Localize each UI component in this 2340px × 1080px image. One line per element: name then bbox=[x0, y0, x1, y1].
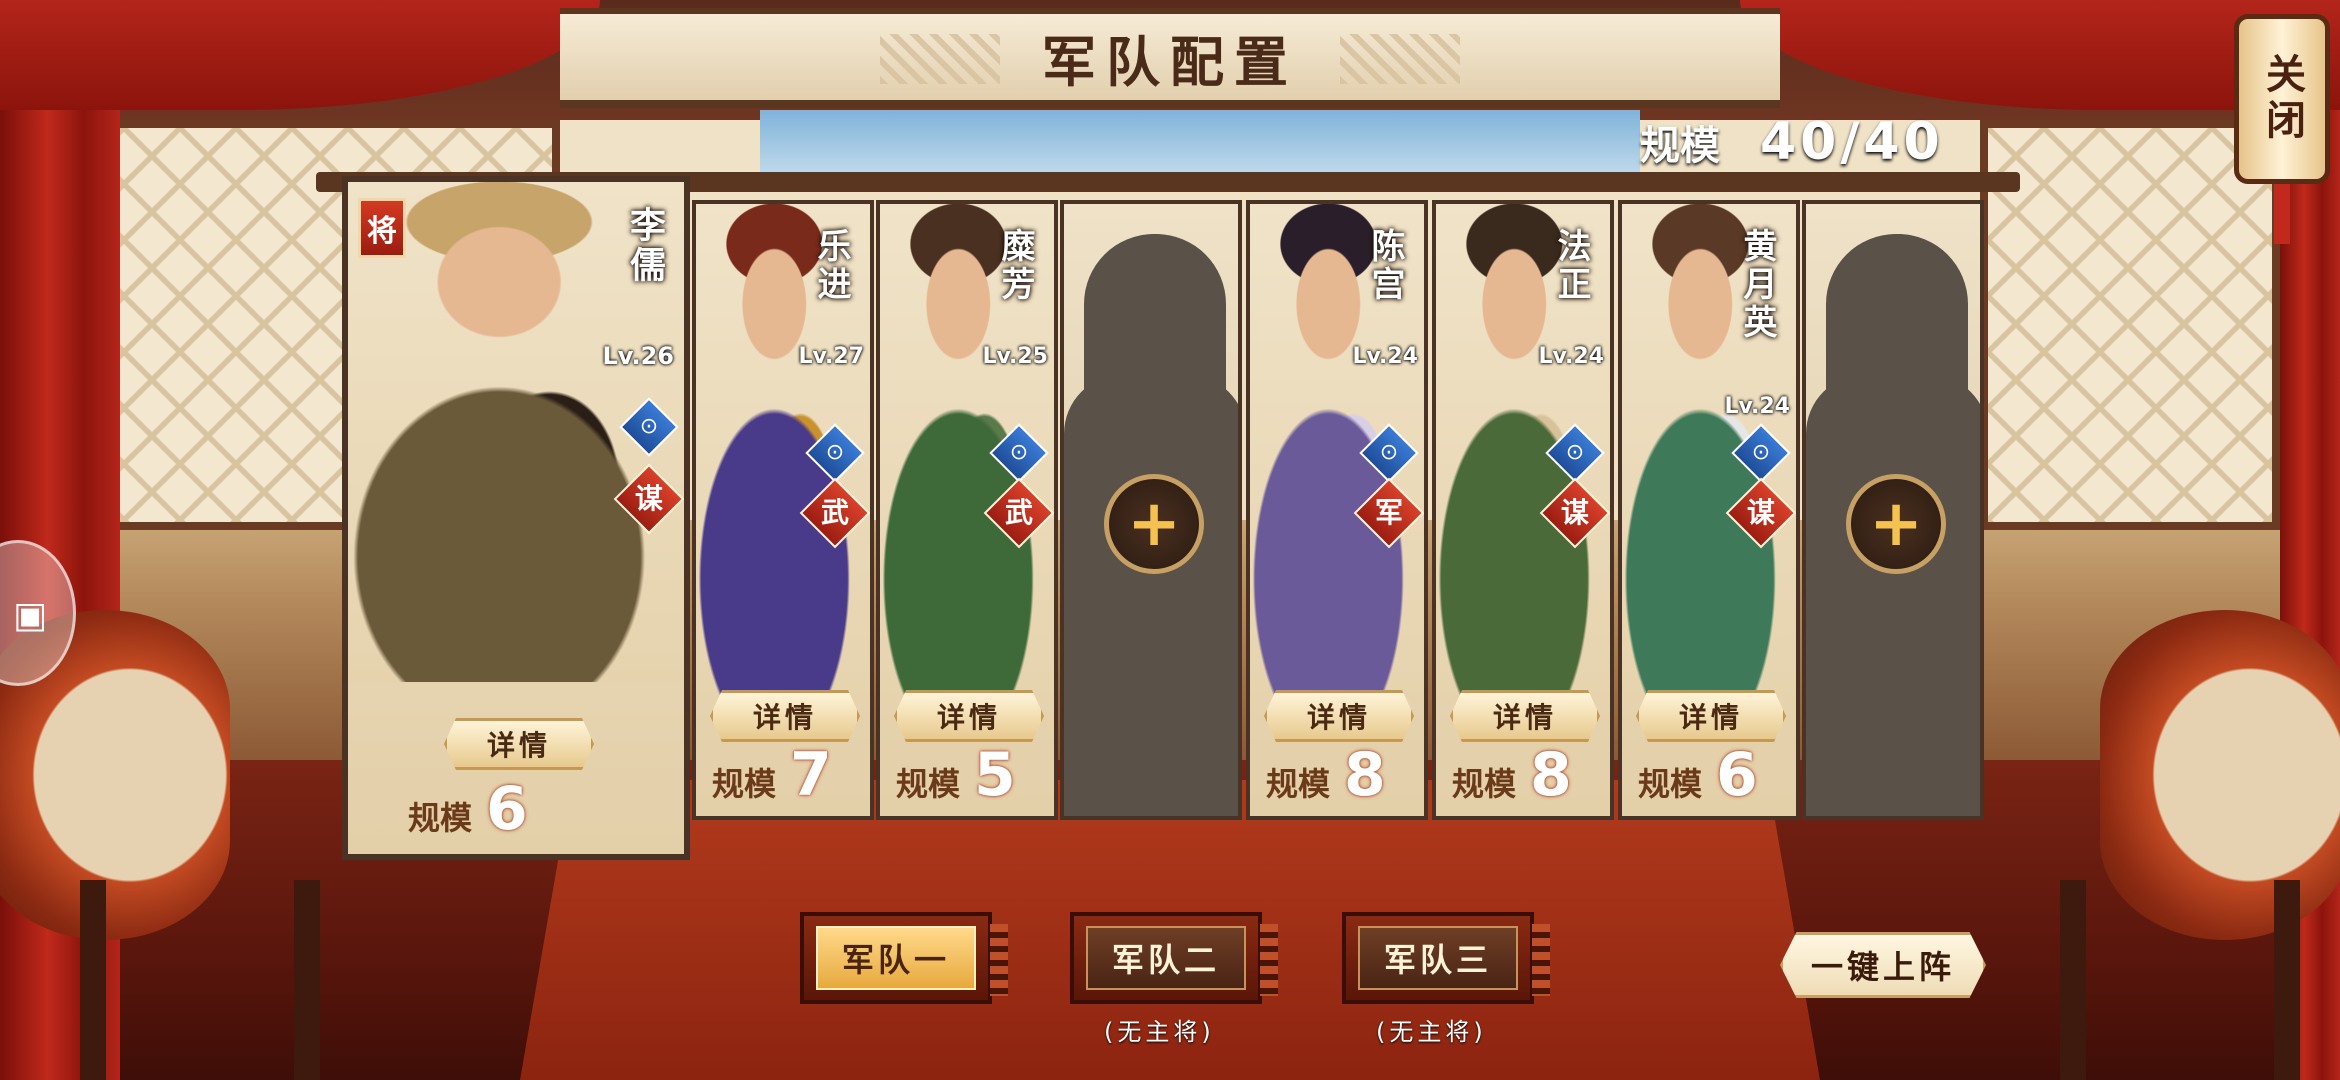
scale-label: 规模 bbox=[896, 765, 961, 803]
detail-button[interactable]: 详情 bbox=[444, 718, 594, 770]
tab-stripes bbox=[1260, 924, 1278, 996]
general-level: Lv.24 bbox=[1724, 394, 1790, 419]
plus-icon[interactable]: + bbox=[1104, 474, 1204, 574]
close-button[interactable]: 关闭 bbox=[2234, 14, 2330, 184]
scale-label: 规模 bbox=[712, 765, 777, 803]
plus-icon[interactable]: + bbox=[1846, 474, 1946, 574]
tab-army-3[interactable]: 军队三 bbox=[1342, 912, 1550, 1004]
tab-army-3-label: 军队三 bbox=[1358, 926, 1518, 990]
army-3-note: (无主将) bbox=[1376, 1018, 1487, 1046]
detail-button[interactable]: 详情 bbox=[710, 690, 860, 742]
knot-ornament-icon bbox=[1340, 34, 1460, 84]
scale-label: 规模 bbox=[408, 799, 473, 837]
general-scale: 规模 8 bbox=[1266, 740, 1386, 810]
general-scale: 规模 7 bbox=[712, 740, 832, 810]
general-level: Lv.26 bbox=[602, 342, 675, 370]
general-name: 陈宫 bbox=[1365, 228, 1405, 304]
general-card[interactable]: 乐进 Lv.27 ⊙ 武 详情 规模 7 bbox=[692, 200, 874, 820]
unit-type-label: 武 bbox=[1004, 496, 1033, 529]
general-scale: 规模 8 bbox=[1452, 740, 1572, 810]
detail-button[interactable]: 详情 bbox=[1264, 690, 1414, 742]
general-scale: 规模 6 bbox=[1638, 740, 1758, 810]
lantern-tassel bbox=[2274, 184, 2290, 244]
unit-type-label: 谋 bbox=[1746, 496, 1775, 529]
total-scale-value: 40/40 bbox=[1760, 112, 1944, 172]
detail-label: 详情 bbox=[936, 701, 1001, 734]
unit-type-label: 军 bbox=[1374, 496, 1403, 529]
detail-label: 详情 bbox=[752, 701, 817, 734]
general-level: Lv.24 bbox=[1538, 344, 1604, 369]
general-name: 李儒 bbox=[624, 206, 665, 286]
tab-army-1[interactable]: 军队一 bbox=[800, 912, 1008, 1004]
general-scale: 规模 5 bbox=[896, 740, 1016, 810]
close-label: 关闭 bbox=[2259, 53, 2305, 145]
detail-label: 详情 bbox=[1492, 701, 1557, 734]
general-level: Lv.25 bbox=[982, 344, 1048, 369]
scale-value: 5 bbox=[974, 740, 1016, 810]
general-card[interactable]: 法正 Lv.24 ⊙ 谋 详情 规模 8 bbox=[1432, 200, 1614, 820]
drum-stand-right bbox=[2060, 880, 2300, 1080]
total-scale: 规模 40/40 bbox=[1640, 112, 1944, 172]
tab-army-2[interactable]: 军队二 bbox=[1070, 912, 1278, 1004]
lattice-window-right bbox=[1980, 120, 2280, 530]
one-key-deploy-label: 一键上阵 bbox=[1810, 948, 1955, 986]
one-key-deploy-button[interactable]: 一键上阵 bbox=[1780, 932, 1986, 998]
army-2-note: (无主将) bbox=[1104, 1018, 1215, 1046]
knot-ornament-icon bbox=[880, 34, 1000, 84]
general-level: Lv.27 bbox=[798, 344, 864, 369]
unit-type-label: 谋 bbox=[1560, 496, 1589, 529]
scale-label: 规模 bbox=[1266, 765, 1331, 803]
tab-stripes bbox=[1532, 924, 1550, 996]
title-banner: 军队配置 bbox=[560, 8, 1780, 108]
scale-label: 规模 bbox=[1638, 765, 1703, 803]
detail-label: 详情 bbox=[1678, 701, 1743, 734]
scale-value: 6 bbox=[486, 774, 528, 844]
general-card-leader[interactable]: 将 李儒 Lv.26 ⊙ 谋 详情 规模 6 bbox=[342, 176, 690, 860]
empty-slot-card[interactable]: + bbox=[1060, 200, 1242, 820]
general-scale: 规模 6 bbox=[408, 774, 528, 844]
general-card[interactable]: 黄月英 Lv.24 ⊙ 谋 详情 规模 6 bbox=[1618, 200, 1800, 820]
general-name: 黄月英 bbox=[1737, 228, 1777, 342]
total-scale-label: 规模 bbox=[1640, 123, 1720, 169]
scale-value: 7 bbox=[790, 740, 832, 810]
leader-flag-icon: 将 bbox=[358, 198, 406, 258]
scale-label: 规模 bbox=[1452, 765, 1517, 803]
scale-value: 8 bbox=[1530, 740, 1572, 810]
unit-type-label: 谋 bbox=[634, 482, 663, 515]
general-level: Lv.24 bbox=[1352, 344, 1418, 369]
tab-army-1-label: 军队一 bbox=[816, 926, 976, 990]
scale-value: 8 bbox=[1344, 740, 1386, 810]
general-name: 乐进 bbox=[811, 228, 851, 304]
empty-slot-card[interactable]: + bbox=[1802, 200, 1984, 820]
detail-button[interactable]: 详情 bbox=[1450, 690, 1600, 742]
tab-stripes bbox=[990, 924, 1008, 996]
general-name: 糜芳 bbox=[995, 228, 1035, 304]
detail-label: 详情 bbox=[486, 729, 551, 762]
scale-value: 6 bbox=[1716, 740, 1758, 810]
tab-army-2-label: 军队二 bbox=[1086, 926, 1246, 990]
general-card[interactable]: 糜芳 Lv.25 ⊙ 武 详情 规模 5 bbox=[876, 200, 1058, 820]
detail-label: 详情 bbox=[1306, 701, 1371, 734]
page-title: 军队配置 bbox=[1042, 30, 1298, 94]
general-name: 法正 bbox=[1551, 228, 1591, 304]
general-card[interactable]: 陈宫 Lv.24 ⊙ 军 详情 规模 8 bbox=[1246, 200, 1428, 820]
lock-icon: ▣ bbox=[13, 595, 48, 636]
leader-flag-label: 将 bbox=[367, 214, 397, 249]
drum-stand-left bbox=[80, 880, 320, 1080]
unit-type-label: 武 bbox=[820, 496, 849, 529]
detail-button[interactable]: 详情 bbox=[894, 690, 1044, 742]
detail-button[interactable]: 详情 bbox=[1636, 690, 1786, 742]
